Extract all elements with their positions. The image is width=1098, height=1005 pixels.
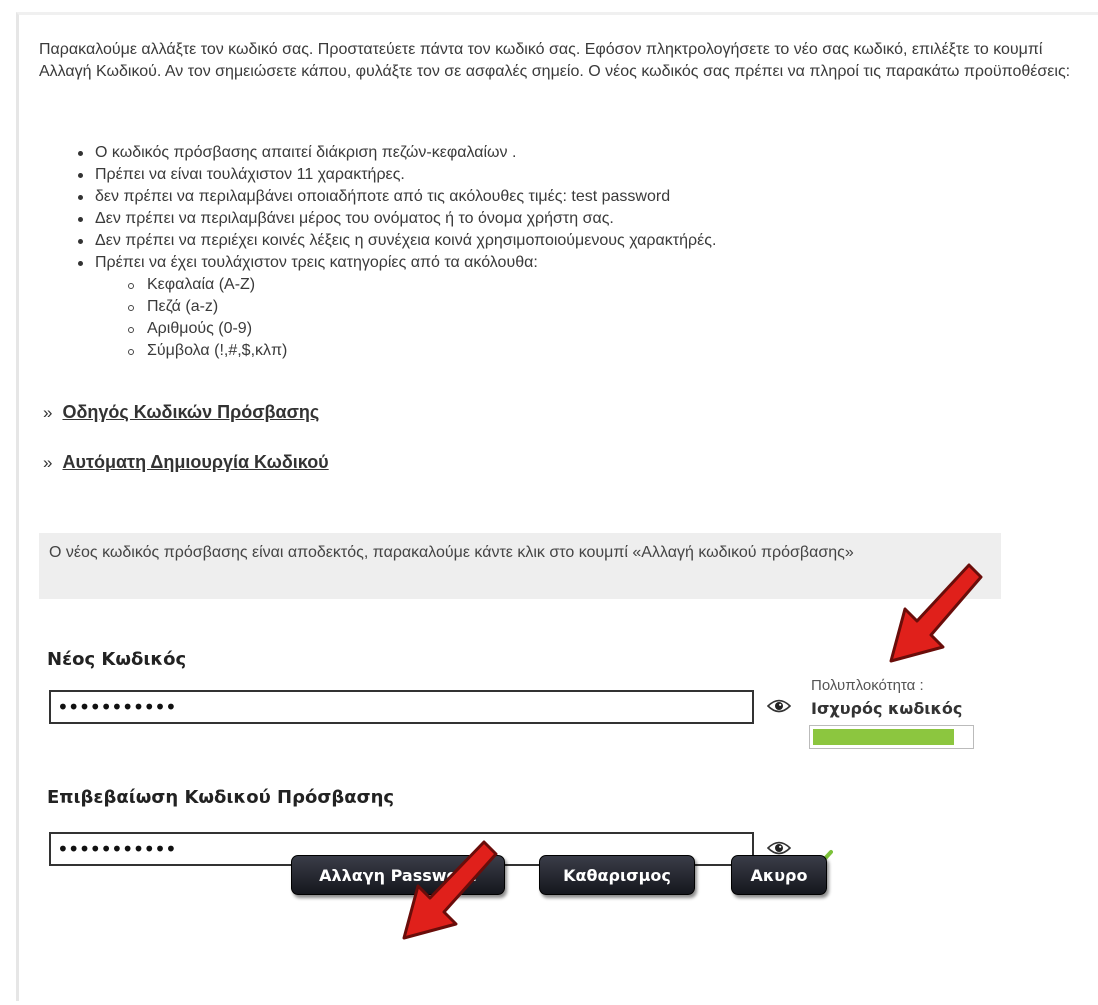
new-password-input[interactable]: [49, 690, 754, 724]
category-item: Πεζά (a-z): [95, 296, 716, 318]
password-accepted-notice: Ο νέος κωδικός πρόσβασης είναι αποδεκτός…: [39, 533, 1001, 599]
rule-item: Πρέπει να έχει τουλάχιστον τρεις κατηγορ…: [75, 252, 716, 362]
intro-text: Παρακαλούμε αλλάξτε τον κωδικό σας. Προσ…: [39, 41, 1071, 80]
password-guide-link[interactable]: Οδηγός Κωδικών Πρόσβασης: [62, 402, 319, 422]
auto-generate-password-link[interactable]: Αυτόματη Δημιουργία Κωδικού: [62, 452, 328, 472]
strength-meter-fill: [813, 729, 954, 745]
rule-item: Δεν πρέπει να περιλαμβάνει μέρος του ονό…: [75, 208, 716, 230]
clear-button[interactable]: Καθαρισμος: [539, 855, 695, 895]
cancel-button[interactable]: Ακυρο: [731, 855, 827, 895]
rule-item: Δεν πρέπει να περιέχει κοινές λέξεις η σ…: [75, 230, 716, 252]
category-item: Σύμβολα (!,#,$,κλπ): [95, 340, 716, 362]
strength-meter: [809, 725, 974, 749]
auto-generate-row: » Αυτόματη Δημιουργία Κωδικού: [43, 452, 329, 473]
strength-value: Ισχυρός κωδικός: [811, 699, 963, 718]
password-guide-row: » Οδηγός Κωδικών Πρόσβασης: [43, 402, 319, 423]
eye-icon[interactable]: [767, 698, 791, 714]
confirm-password-label: Επιβεβαίωση Κωδικού Πρόσβασης: [47, 787, 395, 808]
category-list: Κεφαλαία (A-Z) Πεζά (a-z) Αριθμούς (0-9)…: [95, 274, 716, 362]
category-item: Αριθμούς (0-9): [95, 318, 716, 340]
link-bullet: »: [43, 453, 53, 472]
red-arrow-annotation-button: [402, 840, 498, 940]
red-arrow-annotation-strength: [889, 563, 983, 663]
rule-item: Πρέπει να είναι τουλάχιστον 11 χαρακτήρε…: [75, 164, 716, 186]
strength-caption: Πολυπλοκότητα :: [811, 677, 924, 694]
rule-item: Ο κωδικός πρόσβασης απαιτεί διάκριση πεζ…: [75, 142, 716, 164]
rule-item: δεν πρέπει να περιλαμβάνει οποιαδήποτε α…: [75, 186, 716, 208]
new-password-label: Νέος Κωδικός: [47, 649, 187, 670]
link-bullet: »: [43, 403, 53, 422]
eye-icon[interactable]: [767, 840, 791, 856]
rule-item-text: Πρέπει να έχει τουλάχιστον τρεις κατηγορ…: [95, 254, 538, 271]
category-item: Κεφαλαία (A-Z): [95, 274, 716, 296]
password-rules-list: Ο κωδικός πρόσβασης απαιτεί διάκριση πεζ…: [75, 142, 716, 362]
change-password-page: Παρακαλούμε αλλάξτε τον κωδικό σας. Προσ…: [16, 12, 1098, 1001]
